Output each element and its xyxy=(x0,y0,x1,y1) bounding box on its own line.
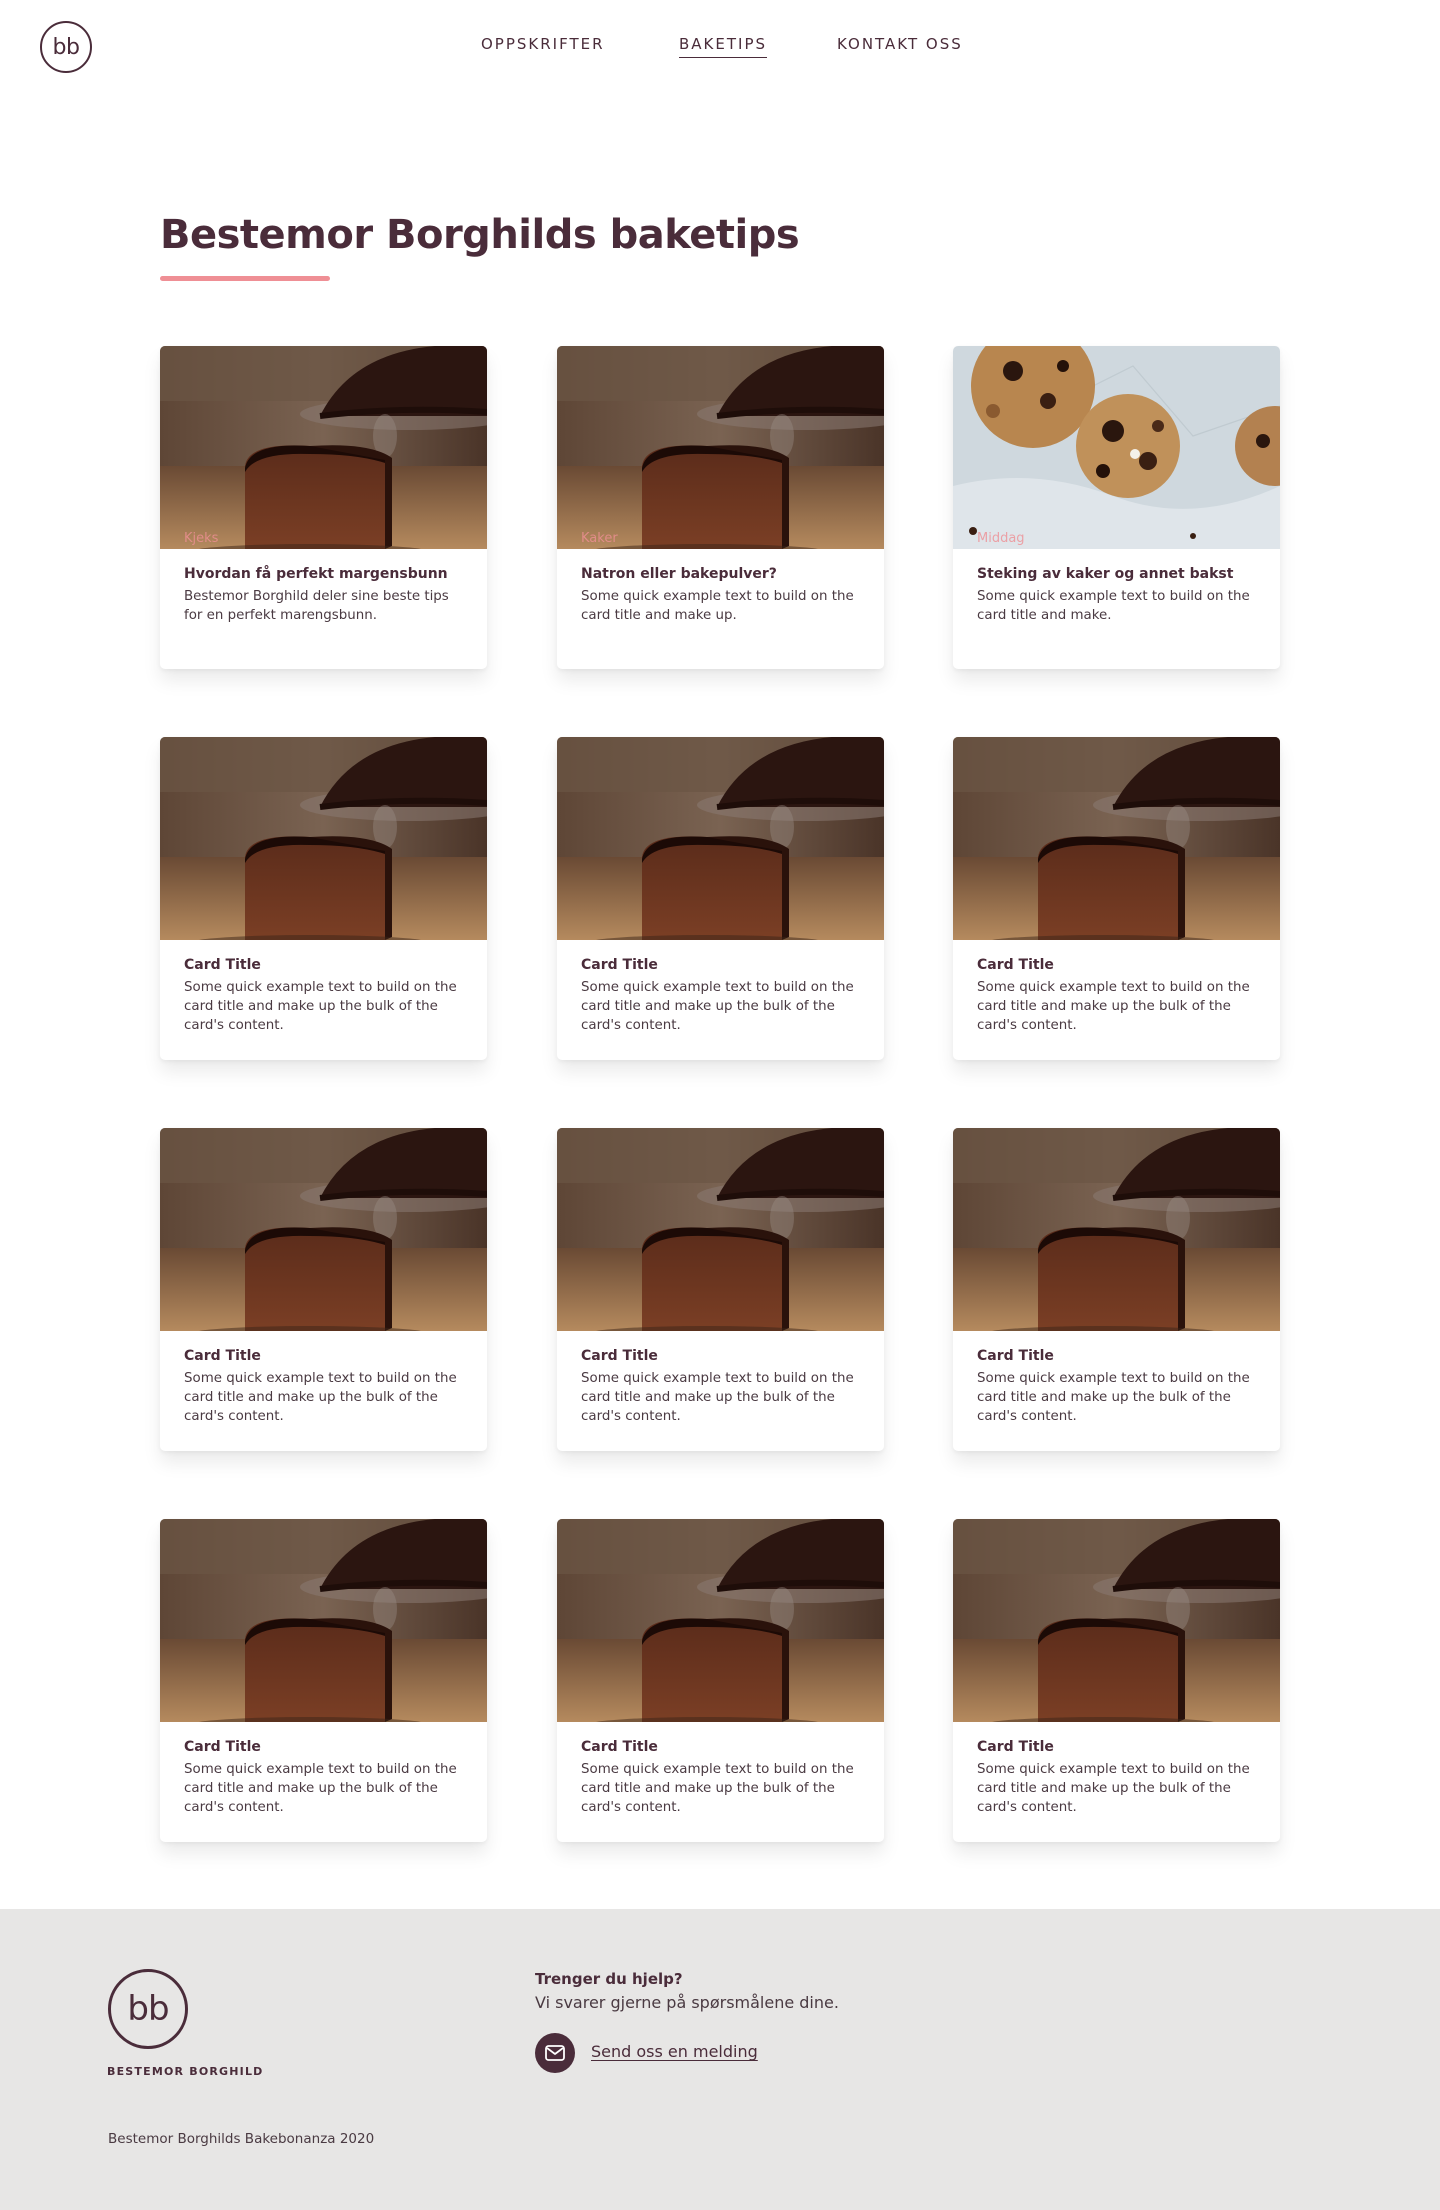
tip-card[interactable]: Kaker Natron eller bakepulver? Some quick … xyxy=(557,346,884,669)
chocolate-cake-image xyxy=(953,1519,1280,1722)
card-body: Steking av kaker og annet bakst Some quic… xyxy=(953,549,1280,625)
tip-card[interactable]: Middag Steking av kaker og annet bakst Som… xyxy=(953,346,1280,669)
card-body: Card Title Some quick example text to bui… xyxy=(557,940,884,1035)
footer-logo[interactable]: bb xyxy=(108,1969,188,2049)
card-text: Some quick example text to build on the … xyxy=(581,1371,854,1424)
help-text: Vi svarer gjerne på spørsmålene dine. xyxy=(535,1993,839,2012)
card-text: Some quick example text to build on the … xyxy=(581,980,854,1033)
site-footer: bb BESTEMOR BORGHILD Bestemor Borghilds … xyxy=(0,1909,1440,2210)
tip-card[interactable]: Card Title Some quick example text to bui… xyxy=(953,1519,1280,1842)
card-body: Card Title Some quick example text to bui… xyxy=(160,1331,487,1426)
card-body: Card Title Some quick example text to bui… xyxy=(557,1722,884,1817)
card-title: Natron eller bakepulver? xyxy=(581,566,777,582)
card-text: Some quick example text to build on the … xyxy=(977,1371,1250,1424)
tip-card[interactable]: Card Title Some quick example text to bui… xyxy=(953,737,1280,1060)
chocolate-cake-image xyxy=(557,1128,884,1331)
card-body: Card Title Some quick example text to bui… xyxy=(953,1331,1280,1426)
tip-card[interactable]: Card Title Some quick example text to bui… xyxy=(160,1128,487,1451)
chocolate-cake-image xyxy=(953,737,1280,940)
card-title: Card Title xyxy=(581,1739,658,1755)
tip-card[interactable]: Card Title Some quick example text to bui… xyxy=(953,1128,1280,1451)
footer-brand: BESTEMOR BORGHILD xyxy=(107,2065,264,2078)
tip-card[interactable]: Card Title Some quick example text to bui… xyxy=(557,737,884,1060)
tip-card[interactable]: Card Title Some quick example text to bui… xyxy=(557,1519,884,1842)
cookies-image: Middag xyxy=(953,346,1280,549)
card-text: Bestemor Borghild deler sine beste tips … xyxy=(184,589,449,623)
chocolate-cake-image xyxy=(160,737,487,940)
card-title: Hvordan få perfekt margensbunn xyxy=(184,566,448,582)
tip-card[interactable]: Card Title Some quick example text to bui… xyxy=(557,1128,884,1451)
chocolate-cake-image: Kjeks xyxy=(160,346,487,549)
card-title: Card Title xyxy=(184,1739,261,1755)
chocolate-cake-image xyxy=(160,1128,487,1331)
card-title: Steking av kaker og annet bakst xyxy=(977,566,1234,582)
card-text: Some quick example text to build on the … xyxy=(977,980,1250,1033)
card-body: Card Title Some quick example text to bui… xyxy=(557,1331,884,1426)
card-body: Card Title Some quick example text to bui… xyxy=(160,1722,487,1817)
card-title: Card Title xyxy=(581,1348,658,1364)
card-text: Some quick example text to build on the … xyxy=(977,1762,1250,1815)
card-title: Card Title xyxy=(977,957,1054,973)
page-title: Bestemor Borghilds baketips xyxy=(160,212,800,258)
card-title: Card Title xyxy=(581,957,658,973)
chocolate-cake-image xyxy=(557,1519,884,1722)
chocolate-cake-image: Kaker xyxy=(557,346,884,549)
help-heading: Trenger du hjelp? xyxy=(535,1970,683,1988)
tip-card[interactable]: Card Title Some quick example text to bui… xyxy=(160,1519,487,1842)
card-title: Card Title xyxy=(977,1348,1054,1364)
card-body: Card Title Some quick example text to bui… xyxy=(953,1722,1280,1817)
tip-card[interactable]: Card Title Some quick example text to bui… xyxy=(160,737,487,1060)
title-underline xyxy=(160,276,330,281)
card-text: Some quick example text to build on the … xyxy=(581,1762,854,1815)
main-nav: OPPSKRIFTER BAKETIPS KONTAKT OSS xyxy=(0,35,1440,65)
card-body: Card Title Some quick example text to bui… xyxy=(160,940,487,1035)
nav-item-oppskrifter[interactable]: OPPSKRIFTER xyxy=(481,35,605,53)
card-tag: Kjeks xyxy=(184,531,219,546)
card-text: Some quick example text to build on the … xyxy=(977,589,1250,623)
card-text: Some quick example text to build on the … xyxy=(184,980,457,1033)
card-title: Card Title xyxy=(184,957,261,973)
card-body: Hvordan få perfekt margensbunn Bestemor B… xyxy=(160,549,487,625)
card-body: Card Title Some quick example text to bui… xyxy=(953,940,1280,1035)
card-tag: Middag xyxy=(977,531,1025,546)
card-title: Card Title xyxy=(184,1348,261,1364)
nav-item-kontakt-oss[interactable]: KONTAKT OSS xyxy=(837,35,963,53)
chocolate-cake-image xyxy=(953,1128,1280,1331)
envelope-icon[interactable] xyxy=(535,2033,575,2073)
card-tag: Kaker xyxy=(581,531,618,546)
chocolate-cake-image xyxy=(557,737,884,940)
card-text: Some quick example text to build on the … xyxy=(581,589,854,623)
tip-card[interactable]: Kjeks Hvordan få perfekt margensbunn Beste… xyxy=(160,346,487,669)
card-body: Natron eller bakepulver? Some quick examp… xyxy=(557,549,884,625)
site-header: bb OPPSKRIFTER BAKETIPS KONTAKT OSS xyxy=(0,0,1440,100)
card-text: Some quick example text to build on the … xyxy=(184,1371,457,1424)
card-title: Card Title xyxy=(977,1739,1054,1755)
chocolate-cake-image xyxy=(160,1519,487,1722)
nav-item-baketips[interactable]: BAKETIPS xyxy=(679,35,768,58)
send-message-link[interactable]: Send oss en melding xyxy=(591,2042,758,2061)
card-text: Some quick example text to build on the … xyxy=(184,1762,457,1815)
footer-copyright: Bestemor Borghilds Bakebonanza 2020 xyxy=(108,2131,375,2147)
